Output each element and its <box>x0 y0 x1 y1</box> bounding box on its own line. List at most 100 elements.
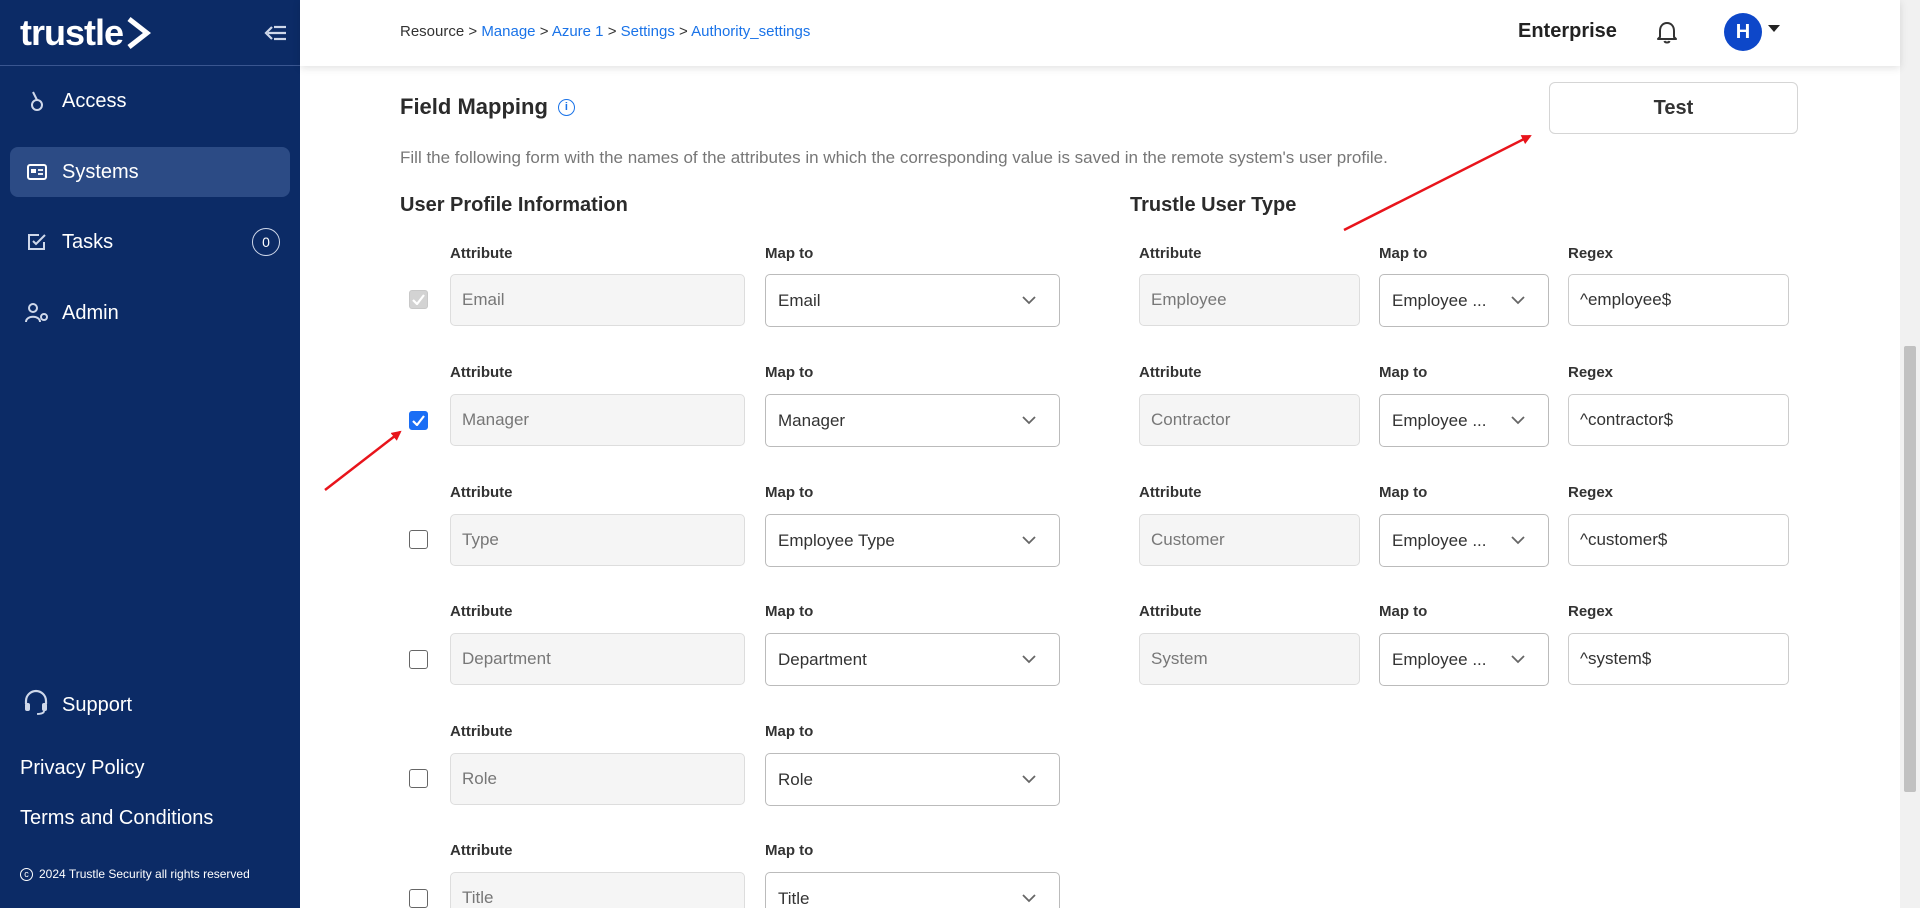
attribute-field-department: Department <box>450 633 745 685</box>
support-link[interactable]: Support <box>22 688 132 722</box>
chevron-down-icon <box>1511 296 1525 305</box>
collapse-sidebar-icon[interactable] <box>260 18 290 48</box>
row-checkbox-role[interactable] <box>409 769 428 788</box>
logo-chevron-icon <box>127 16 152 49</box>
map-to-label: Map to <box>1379 245 1428 262</box>
top-header: Resource > Manage > Azure 1 > Settings >… <box>300 0 1900 66</box>
row-checkbox-department[interactable] <box>409 650 428 669</box>
regex-label: Regex <box>1568 484 1614 501</box>
scrollbar-thumb[interactable] <box>1904 346 1916 792</box>
form-description: Fill the following form with the names o… <box>400 148 1388 167</box>
info-icon[interactable]: i <box>557 98 575 116</box>
sidebar: trustle Access Systems Tasks 0 Admin Sup… <box>0 0 300 908</box>
map-to-label: Map to <box>765 484 814 501</box>
map-select-value: Title <box>778 888 810 908</box>
map-to-label: Map to <box>765 842 814 859</box>
attribute-field-manager: Manager <box>450 394 745 446</box>
chevron-down-icon <box>1511 655 1525 664</box>
map-select-title[interactable]: Title <box>765 872 1060 908</box>
map-select-role[interactable]: Role <box>765 753 1060 806</box>
attribute-label: Attribute <box>1139 364 1202 381</box>
test-button[interactable]: Test <box>1549 82 1798 134</box>
access-icon <box>24 88 50 114</box>
org-name[interactable]: Enterprise <box>1518 20 1617 43</box>
map-to-label: Map to <box>1379 364 1428 381</box>
regex-input-employee[interactable]: ^employee$ <box>1568 274 1789 326</box>
breadcrumb-item-authority-settings[interactable]: Authority_settings <box>691 23 810 40</box>
chevron-down-icon <box>1022 775 1036 784</box>
breadcrumb-item-azure[interactable]: Azure 1 <box>552 23 604 40</box>
vertical-scrollbar[interactable] <box>1900 0 1920 908</box>
tasks-icon <box>24 229 50 255</box>
type-map-select-employee[interactable]: Employee ... <box>1379 274 1549 327</box>
regex-label: Regex <box>1568 603 1614 620</box>
chevron-down-icon <box>1022 655 1036 664</box>
arrow-to-manager-checkbox <box>324 430 402 491</box>
map-to-label: Map to <box>765 364 814 381</box>
regex-input-customer[interactable]: ^customer$ <box>1568 514 1789 566</box>
map-select-value: Employee ... <box>1392 649 1487 669</box>
breadcrumb: Resource > Manage > Azure 1 > Settings >… <box>400 23 810 40</box>
type-map-select-contractor[interactable]: Employee ... <box>1379 394 1549 447</box>
attribute-label: Attribute <box>1139 603 1202 620</box>
logo-row: trustle <box>0 0 300 66</box>
attribute-label: Attribute <box>450 245 513 262</box>
user-type-title: Trustle User Type <box>1130 194 1297 216</box>
attribute-label: Attribute <box>450 723 513 740</box>
bell-icon[interactable] <box>1656 20 1678 49</box>
attribute-label: Attribute <box>450 484 513 501</box>
row-checkbox-type[interactable] <box>409 530 428 549</box>
terms-link[interactable]: Terms and Conditions <box>20 807 213 830</box>
map-select-manager[interactable]: Manager <box>765 394 1060 447</box>
headset-icon <box>22 688 50 722</box>
type-map-select-system[interactable]: Employee ... <box>1379 633 1549 686</box>
sidebar-item-label: Access <box>62 89 127 112</box>
map-to-label: Map to <box>765 245 814 262</box>
avatar[interactable]: H <box>1724 13 1762 51</box>
support-label: Support <box>62 693 133 716</box>
attribute-field-type: Type <box>450 514 745 566</box>
type-attribute-customer: Customer <box>1139 514 1360 566</box>
chevron-down-icon <box>1022 296 1036 305</box>
map-to-label: Map to <box>765 723 814 740</box>
sidebar-item-access[interactable]: Access <box>10 76 290 126</box>
type-map-select-customer[interactable]: Employee ... <box>1379 514 1549 567</box>
sidebar-item-label: Admin <box>62 301 119 324</box>
map-select-value: Department <box>778 649 867 669</box>
attribute-label: Attribute <box>450 842 513 859</box>
chevron-down-icon <box>1022 894 1036 903</box>
row-checkbox-title[interactable] <box>409 889 428 908</box>
type-attribute-system: System <box>1139 633 1360 685</box>
systems-icon <box>24 159 50 185</box>
breadcrumb-item-settings[interactable]: Settings <box>621 23 675 40</box>
breadcrumb-item-resource: Resource <box>400 23 465 40</box>
map-select-email[interactable]: Email <box>765 274 1060 327</box>
sidebar-item-label: Tasks <box>62 230 114 253</box>
map-select-department[interactable]: Department <box>765 633 1060 686</box>
privacy-policy-link[interactable]: Privacy Policy <box>20 757 144 780</box>
copyright-text: 2024 Trustle Security all rights reserve… <box>39 867 250 881</box>
row-checkbox-manager[interactable] <box>409 411 428 430</box>
breadcrumb-item-manage[interactable]: Manage <box>481 23 535 40</box>
breadcrumb-separator: > <box>679 23 688 40</box>
sidebar-item-systems[interactable]: Systems <box>10 147 290 197</box>
map-select-type[interactable]: Employee Type <box>765 514 1060 567</box>
sidebar-item-label: Systems <box>62 160 139 183</box>
attribute-label: Attribute <box>1139 245 1202 262</box>
breadcrumb-separator: > <box>468 23 478 40</box>
sidebar-item-tasks[interactable]: Tasks 0 <box>10 217 290 267</box>
breadcrumb-separator: > <box>539 23 549 40</box>
attribute-label: Attribute <box>450 364 513 381</box>
regex-input-system[interactable]: ^system$ <box>1568 633 1789 685</box>
map-to-label: Map to <box>1379 603 1428 620</box>
attribute-label: Attribute <box>450 603 513 620</box>
map-select-value: Manager <box>778 410 846 430</box>
map-to-label: Map to <box>1379 484 1428 501</box>
chevron-down-icon <box>1511 416 1525 425</box>
trustle-logo[interactable]: trustle <box>20 12 152 54</box>
regex-input-contractor[interactable]: ^contractor$ <box>1568 394 1789 446</box>
attribute-field-email: Email <box>450 274 745 326</box>
sidebar-item-admin[interactable]: Admin <box>10 288 290 338</box>
caret-down-icon[interactable] <box>1768 25 1780 32</box>
chevron-down-icon <box>1022 536 1036 545</box>
